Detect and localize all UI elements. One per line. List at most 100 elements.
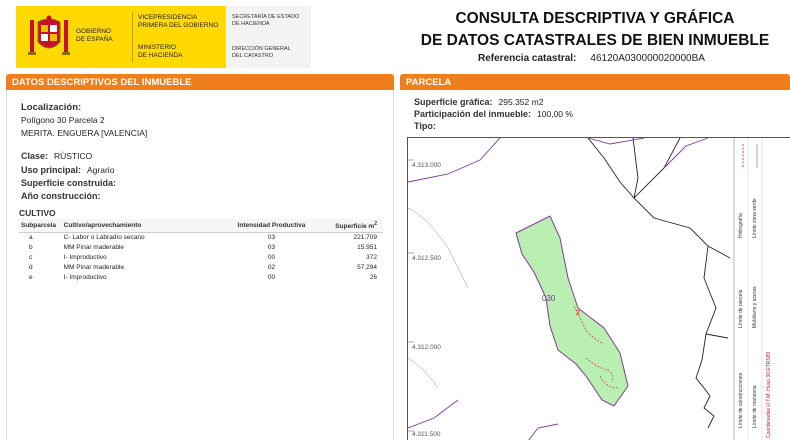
- localizacion-line-1: Polígono 30 Parcela 2: [21, 115, 105, 125]
- road-line: [703, 395, 715, 429]
- parcel-polygon: [515, 215, 629, 407]
- road-line: [707, 245, 731, 259]
- clase-row: Clase: RÚSTICO: [21, 151, 92, 161]
- cell-sub: b: [29, 244, 33, 252]
- table-header-row: Subparcela Cultivo/aprovechamiento Inten…: [19, 219, 383, 234]
- contour-line: [408, 207, 469, 289]
- cell-superficie: 15.951: [357, 244, 377, 252]
- cell-sub: e: [29, 274, 33, 282]
- cadastral-map[interactable]: 4.313.000 4.312.500 4.312.000 4.311.500 …: [407, 137, 790, 440]
- cell-cultivo: MM Pinar maderable: [63, 264, 124, 272]
- cultivo-title: CULTIVO: [19, 208, 56, 218]
- legend-utm-coordinates: Coordenadas U.T.M. Huso 30 ETRS89: [766, 351, 772, 438]
- anio-construccion-label: Año construcción:: [21, 191, 101, 201]
- direccion-label: DIRECCIÓN GENERAL DEL CATASTRO: [232, 46, 291, 59]
- cell-intensidad: 03: [267, 234, 276, 242]
- referencia-value: 46120A030000020000BA: [590, 53, 705, 64]
- cultivo-table: Subparcela Cultivo/aprovechamiento Inten…: [19, 219, 383, 283]
- tipo-label: Tipo:: [414, 121, 436, 131]
- cell-superficie: 221.709: [353, 234, 378, 242]
- legend-hidrografia: Hidrografía: [738, 213, 744, 238]
- cell-sub: a: [29, 234, 33, 242]
- col-cultivo: Cultivo/aprovechamiento: [61, 219, 226, 234]
- cell-intensidad: 00: [267, 254, 276, 262]
- secretaria-block: SECRETARÍA DE ESTADO DE HACIENDA DIRECCI…: [226, 6, 311, 68]
- secretaria-label: SECRETARÍA DE ESTADO DE HACIENDA: [232, 14, 300, 27]
- logo-divider: [132, 12, 133, 62]
- anio-construccion-row: Año construcción:: [21, 191, 101, 201]
- localizacion-label: Localización:: [21, 102, 82, 113]
- government-logo-block: GOBIERNO DE ESPAÑA VICEPRESIDENCIA PRIME…: [16, 6, 311, 68]
- boundary-line: [408, 399, 459, 429]
- tipo-row: Tipo:: [414, 121, 436, 131]
- superficie-grafica-row: Superficie gráfica: 295.352 m2: [414, 97, 543, 107]
- boundary-line: [663, 138, 709, 169]
- coord-label-2: 4.312.500: [412, 255, 441, 262]
- col-superficie-sup: 2: [374, 221, 377, 227]
- cell-intensidad: 00: [267, 274, 276, 282]
- referencia-catastral: Referencia catastral: 46120A030000020000B…: [478, 53, 705, 64]
- table-row: a C- Labor o Labradío secano 03 221.709: [19, 233, 383, 243]
- parcel-number-label: 2: [576, 310, 580, 317]
- road-line: [633, 138, 681, 199]
- parcel-id-label: 030: [542, 294, 556, 303]
- cell-sub: c: [29, 254, 33, 262]
- referencia-label: Referencia catastral:: [478, 53, 577, 64]
- road-line: [587, 138, 635, 199]
- clase-label: Clase:: [21, 151, 49, 161]
- road-line: [632, 138, 717, 397]
- coord-label-1: 4.313.000: [412, 162, 441, 169]
- legend-mobiliario: Mobiliario y aceras: [752, 286, 758, 328]
- legend-limite-manzana: Límite de manzana: [752, 385, 758, 428]
- participacion-value: 100,00 %: [537, 109, 573, 119]
- superficie-grafica-label: Superficie gráfica:: [414, 97, 493, 107]
- contour-line: [408, 357, 439, 389]
- map-canvas: [408, 138, 763, 440]
- uso-row: Uso principal: Agrario: [21, 165, 114, 175]
- table-row: e I- Improductivo 00 26: [19, 273, 383, 283]
- cell-superficie: 26: [369, 274, 377, 282]
- cell-cultivo: MM Pinar maderable: [63, 244, 124, 252]
- superficie-construida-row: Superficie construida:: [21, 178, 116, 188]
- government-name: GOBIERNO DE ESPAÑA: [76, 28, 113, 43]
- coat-of-arms-icon: [28, 15, 70, 55]
- section-header-parcela: PARCELA: [400, 74, 790, 90]
- coord-label-3: 4.312.000: [412, 344, 441, 351]
- localizacion-line-2: MERITA. ENGUERA [VALENCIA]: [21, 128, 148, 138]
- cell-superficie: 57.294: [357, 264, 377, 272]
- superficie-grafica-value: 295.352 m2: [498, 97, 544, 107]
- page-title: CONSULTA DESCRIPTIVA Y GRÁFICA DE DATOS …: [420, 10, 770, 49]
- cell-cultivo: C- Labor o Labradío secano: [63, 234, 145, 242]
- legend-limite-zona-verde: Límite zona verde: [752, 198, 758, 238]
- cell-intensidad: 03: [267, 244, 276, 252]
- cell-superficie: 372: [366, 254, 377, 262]
- boundary-line: [528, 423, 559, 440]
- table-row: d MM Pinar maderable 02 57.294: [19, 263, 383, 273]
- table-row: b MM Pinar maderable 03 15.951: [19, 243, 383, 253]
- header: GOBIERNO DE ESPAÑA VICEPRESIDENCIA PRIME…: [0, 0, 790, 74]
- legend-limite-construcciones: Límite de construcciones: [738, 372, 744, 428]
- uso-value: Agrario: [87, 165, 115, 175]
- uso-label: Uso principal:: [21, 165, 82, 175]
- col-superficie-label: Superficie m: [335, 223, 375, 231]
- col-intensidad: Intensidad Productiva: [225, 219, 318, 234]
- table-row: c I- Improductivo 00 372: [19, 253, 383, 263]
- section-header-datos: DATOS DESCRIPTIVOS DEL INMUEBLE: [6, 74, 394, 90]
- clase-value: RÚSTICO: [54, 151, 93, 161]
- participacion-label: Participación del inmueble:: [414, 109, 532, 119]
- government-logo: GOBIERNO DE ESPAÑA VICEPRESIDENCIA PRIME…: [16, 6, 226, 68]
- datos-descriptivos-panel: Localización: Polígono 30 Parcela 2 MERI…: [6, 90, 394, 440]
- cell-cultivo: I- Improductivo: [63, 274, 107, 282]
- ministerio-label: MINISTERIO DE HACIENDA: [138, 44, 183, 59]
- col-subparcela: Subparcela: [19, 219, 62, 234]
- col-superficie: Superficie m2: [317, 219, 383, 234]
- coord-label-4: 4.311.500: [412, 431, 441, 438]
- participacion-row: Participación del inmueble: 100,00 %: [414, 109, 573, 119]
- cell-sub: d: [29, 264, 33, 272]
- cell-intensidad: 02: [267, 264, 276, 272]
- boundary-line: [587, 138, 645, 145]
- legend-limite-parcela: Límite de parcela: [738, 289, 744, 328]
- boundary-line: [408, 138, 501, 183]
- vicepresidencia-label: VICEPRESIDENCIA PRIMERA DEL GOBIERNO: [138, 14, 219, 29]
- superficie-construida-label: Superficie construida:: [21, 178, 117, 188]
